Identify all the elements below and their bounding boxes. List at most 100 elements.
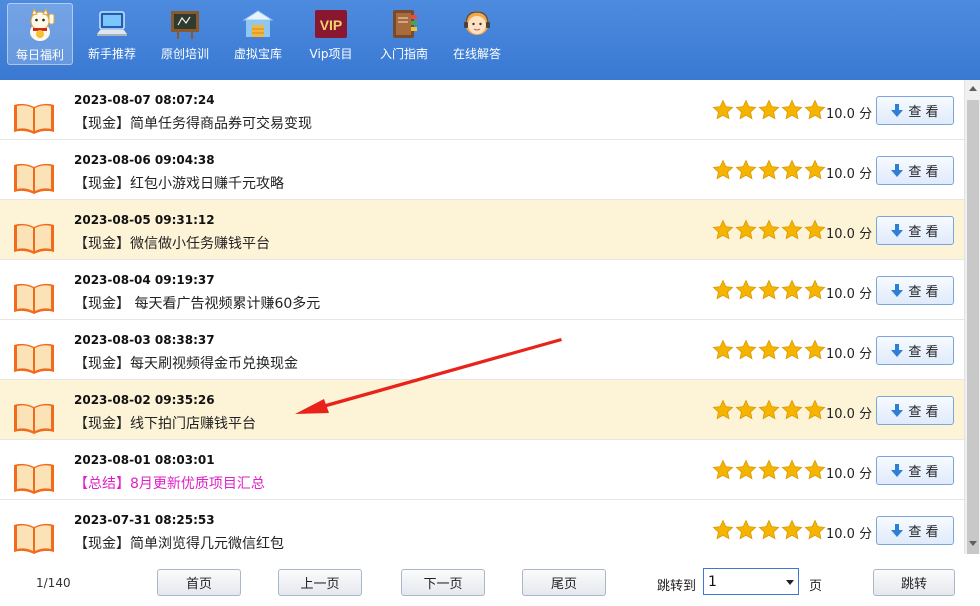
list-item[interactable]: 2023-08-01 08:03:01 【总结】8月更新优质项目汇总 10.0 … xyxy=(0,440,964,500)
rating-stars xyxy=(712,279,827,301)
view-button-label: 查 看 xyxy=(908,225,939,240)
vertical-scrollbar[interactable] xyxy=(964,80,980,556)
jump-to-label: 跳转到 xyxy=(657,579,697,594)
tab-virtual-treasury[interactable]: 虚拟宝库 xyxy=(225,3,291,65)
page-unit-label: 页 xyxy=(809,579,823,594)
item-date: 2023-08-01 08:03:01 xyxy=(74,453,215,467)
item-date: 2023-08-03 08:38:37 xyxy=(74,333,215,347)
star-icon xyxy=(712,339,734,360)
star-icon xyxy=(804,519,826,540)
list-item[interactable]: 2023-08-02 09:35:26 【现金】线下拍门店赚钱平台 10.0 分… xyxy=(0,380,964,440)
star-icon xyxy=(804,399,826,420)
view-button-label: 查 看 xyxy=(908,345,939,360)
rating-stars xyxy=(712,159,827,181)
support-agent-icon xyxy=(460,7,494,41)
star-icon xyxy=(758,339,780,360)
open-book-icon xyxy=(14,403,54,434)
star-icon xyxy=(758,519,780,540)
next-page-button[interactable]: 下一页 xyxy=(401,569,485,596)
laptop-icon xyxy=(95,7,129,41)
app-window: 每日福利 新手推荐 原创培训 虚拟宝库 VIP Vip项目 入门指南 在线解答 … xyxy=(0,0,980,606)
item-title[interactable]: 【现金】简单浏览得几元微信红包 xyxy=(74,533,284,553)
list-item[interactable]: 2023-08-03 08:38:37 【现金】每天刷视频得金币兑换现金 10.… xyxy=(0,320,964,380)
guide-book-icon xyxy=(387,7,421,41)
star-icon xyxy=(781,99,803,120)
star-icon xyxy=(758,279,780,300)
view-button[interactable]: 查 看 xyxy=(876,276,954,305)
star-icon xyxy=(735,399,757,420)
download-arrow-icon xyxy=(891,403,904,417)
view-button[interactable]: 查 看 xyxy=(876,516,954,545)
tab-online-answers[interactable]: 在线解答 xyxy=(444,3,510,65)
rating-stars xyxy=(712,399,827,421)
first-page-button[interactable]: 首页 xyxy=(157,569,241,596)
list-item[interactable]: 2023-08-04 09:19:37 【现金】 每天看广告视频累计赚60多元 … xyxy=(0,260,964,320)
star-icon xyxy=(804,159,826,180)
item-score: 10.0 分 xyxy=(826,467,873,482)
view-button[interactable]: 查 看 xyxy=(876,216,954,245)
list-item[interactable]: 2023-08-05 09:31:12 【现金】微信做小任务赚钱平台 10.0 … xyxy=(0,200,964,260)
view-button[interactable]: 查 看 xyxy=(876,96,954,125)
download-arrow-icon xyxy=(891,103,904,117)
rating-stars xyxy=(712,339,827,361)
prev-page-button[interactable]: 上一页 xyxy=(278,569,362,596)
tab-label: 原创培训 xyxy=(160,47,209,61)
view-button[interactable]: 查 看 xyxy=(876,396,954,425)
star-icon xyxy=(804,459,826,480)
view-button-label: 查 看 xyxy=(908,405,939,420)
download-arrow-icon xyxy=(891,463,904,477)
list-item[interactable]: 2023-08-06 09:04:38 【现金】红包小游戏日赚千元攻略 10.0… xyxy=(0,140,964,200)
view-button[interactable]: 查 看 xyxy=(876,336,954,365)
tab-original-training[interactable]: 原创培训 xyxy=(152,3,218,65)
item-title[interactable]: 【现金】简单任务得商品券可交易变现 xyxy=(74,113,312,133)
open-book-icon xyxy=(14,223,54,254)
item-title[interactable]: 【总结】8月更新优质项目汇总 xyxy=(74,473,265,493)
view-button[interactable]: 查 看 xyxy=(876,156,954,185)
scroll-down-arrow-icon[interactable] xyxy=(969,541,977,546)
star-icon xyxy=(712,159,734,180)
tab-label: 每日福利 xyxy=(15,48,64,62)
scroll-up-arrow-icon[interactable] xyxy=(969,86,977,91)
tab-vip-projects[interactable]: VIP Vip项目 xyxy=(298,3,364,65)
tab-daily-welfare[interactable]: 每日福利 xyxy=(7,3,73,65)
jump-button[interactable]: 跳转 xyxy=(873,569,955,596)
item-title[interactable]: 【现金】线下拍门店赚钱平台 xyxy=(74,413,256,433)
star-icon xyxy=(804,99,826,120)
vip-badge-icon: VIP xyxy=(314,7,348,41)
open-book-icon xyxy=(14,463,54,494)
view-button-label: 查 看 xyxy=(908,165,939,180)
star-icon xyxy=(804,339,826,360)
star-icon xyxy=(758,159,780,180)
dropdown-arrow-icon[interactable] xyxy=(786,580,794,585)
star-icon xyxy=(735,339,757,360)
star-icon xyxy=(758,459,780,480)
tab-getting-started[interactable]: 入门指南 xyxy=(371,3,437,65)
list-item[interactable]: 2023-07-31 08:25:53 【现金】简单浏览得几元微信红包 10.0… xyxy=(0,500,964,554)
item-title[interactable]: 【现金】微信做小任务赚钱平台 xyxy=(74,233,270,253)
last-page-button[interactable]: 尾页 xyxy=(522,569,606,596)
top-toolbar: 每日福利 新手推荐 原创培训 虚拟宝库 VIP Vip项目 入门指南 在线解答 xyxy=(0,0,980,80)
view-button-label: 查 看 xyxy=(908,105,939,120)
item-title[interactable]: 【现金】红包小游戏日赚千元攻略 xyxy=(74,173,284,193)
download-arrow-icon xyxy=(891,523,904,537)
open-book-icon xyxy=(14,523,54,554)
star-icon xyxy=(781,459,803,480)
list-item[interactable]: 2023-08-07 08:07:24 【现金】简单任务得商品券可交易变现 10… xyxy=(0,80,964,140)
rating-stars xyxy=(712,99,827,121)
star-icon xyxy=(735,519,757,540)
star-icon xyxy=(712,99,734,120)
page-number-select[interactable]: 1 xyxy=(703,568,799,595)
star-icon xyxy=(712,219,734,240)
item-date: 2023-08-05 09:31:12 xyxy=(74,213,215,227)
vip-badge-text: VIP xyxy=(320,17,343,33)
item-score: 10.0 分 xyxy=(826,527,873,542)
item-title[interactable]: 【现金】 每天看广告视频累计赚60多元 xyxy=(74,293,320,313)
scrollbar-thumb[interactable] xyxy=(967,100,979,556)
item-score: 10.0 分 xyxy=(826,407,873,422)
item-title[interactable]: 【现金】每天刷视频得金币兑换现金 xyxy=(74,353,298,373)
tab-label: 在线解答 xyxy=(452,47,501,61)
tab-label: 新手推荐 xyxy=(87,47,136,61)
download-arrow-icon xyxy=(891,283,904,297)
tab-beginner-recommend[interactable]: 新手推荐 xyxy=(79,3,145,65)
view-button[interactable]: 查 看 xyxy=(876,456,954,485)
